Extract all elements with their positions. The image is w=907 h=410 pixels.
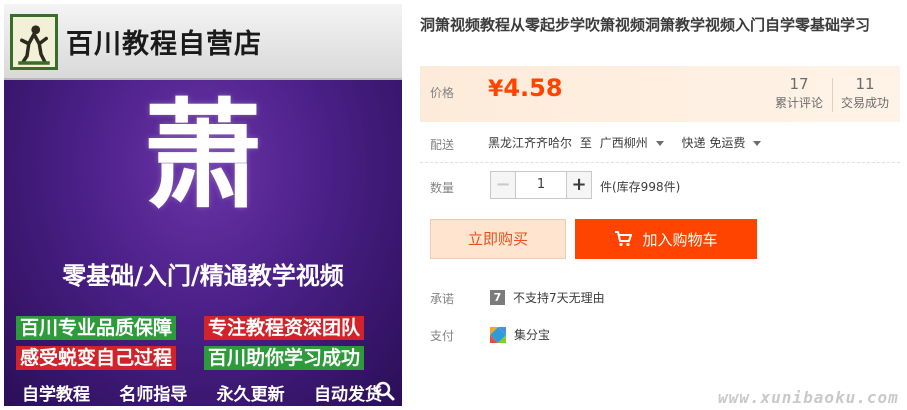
shipping-method: 快递 免运费 — [681, 136, 746, 150]
poster-feature: 名师指导 — [119, 385, 188, 405]
ship-to-selector[interactable]: 广西柳州 — [600, 136, 674, 150]
shipping-selector[interactable]: 快递 免运费 — [682, 136, 772, 150]
quantity-increase-button[interactable]: + — [566, 171, 592, 199]
poster-feature: 自动发货 — [313, 385, 382, 405]
promise-row: 7 不支持7天无理由 — [490, 289, 605, 306]
promise-label: 承诺 — [430, 292, 455, 306]
currency-symbol: ¥ — [488, 77, 504, 102]
poster-subtitle: 零基础/入门/精通教学视频 — [62, 262, 344, 290]
price-value: ¥4.58 — [488, 74, 563, 102]
review-stat[interactable]: 17 累计评论 — [768, 74, 830, 112]
site-watermark: www.xunibaoku.com — [718, 388, 899, 407]
poster-big-character: 萧 — [143, 87, 262, 225]
poster-features: 自学教程 名师指导 永久更新 自动发货 — [22, 380, 382, 405]
poster-tag: 专注教程资深团队 — [204, 316, 365, 340]
buy-now-button[interactable]: 立即购买 — [430, 219, 566, 259]
poster-tag: 百川助你学习成功 — [204, 346, 365, 370]
poster-feature: 自学教程 — [22, 385, 90, 405]
deals-label: 交易成功 — [840, 96, 889, 110]
product-gallery: 百川教程自营店 萧 零基础/入门/精通教学视频 百川专业品质保障 专注教程资深团… — [0, 0, 404, 410]
quantity-decrease-button[interactable]: − — [490, 171, 516, 199]
add-to-cart-button[interactable]: 加入购物车 — [575, 219, 757, 259]
ship-from: 黑龙江齐齐哈尔 — [488, 136, 573, 150]
stat-divider — [832, 78, 833, 112]
delivery-row: 黑龙江齐齐哈尔 至 广西柳州 快递 免运费 — [488, 134, 775, 151]
payment-method[interactable]: 集分宝 — [514, 326, 550, 343]
poster-store-name: 百川教程自营店 — [66, 29, 262, 60]
deals-stat: 11 交易成功 — [834, 74, 896, 112]
zoom-icon[interactable] — [374, 380, 396, 402]
add-to-cart-label: 加入购物车 — [642, 230, 718, 249]
promise-text[interactable]: 不支持7天无理由 — [513, 289, 605, 306]
price-label: 价格 — [430, 86, 455, 100]
divider — [420, 162, 900, 163]
ship-to-word: 至 — [579, 136, 592, 150]
store-logo — [10, 14, 58, 70]
seven-day-icon: 7 — [490, 290, 505, 305]
discus-thrower-logo-icon — [13, 17, 55, 67]
price-panel: 价格 ¥4.58 17 累计评论 11 交易成功 — [420, 66, 900, 122]
price-amount: 4.58 — [503, 74, 563, 102]
deals-count: 11 — [855, 75, 875, 93]
delivery-label: 配送 — [430, 138, 455, 152]
product-image[interactable]: 百川教程自营店 萧 零基础/入门/精通教学视频 百川专业品质保障 专注教程资深团… — [4, 4, 402, 406]
poster-feature: 永久更新 — [216, 385, 285, 405]
cart-icon — [615, 231, 633, 247]
review-count: 17 — [789, 75, 809, 93]
quantity-input[interactable]: 1 — [516, 171, 566, 199]
jifenbao-icon — [490, 326, 506, 343]
poster-tag: 百川专业品质保障 — [16, 316, 177, 340]
chevron-down-icon — [753, 141, 762, 146]
poster-tag: 感受蜕变自己过程 — [16, 346, 177, 370]
quantity-stepper: − 1 + — [490, 171, 592, 199]
product-title: 洞箫视频教程从零起步学吹箫视频洞箫教学视频入门自学零基础学习 — [420, 16, 871, 34]
payment-row: 集分宝 — [490, 326, 550, 343]
review-label: 累计评论 — [774, 96, 823, 110]
chevron-down-icon — [655, 141, 664, 146]
payment-label: 支付 — [430, 329, 455, 343]
ship-to: 广西柳州 — [599, 136, 648, 150]
stock-text: 件(库存998件) — [600, 180, 681, 194]
quantity-label: 数量 — [430, 181, 455, 195]
